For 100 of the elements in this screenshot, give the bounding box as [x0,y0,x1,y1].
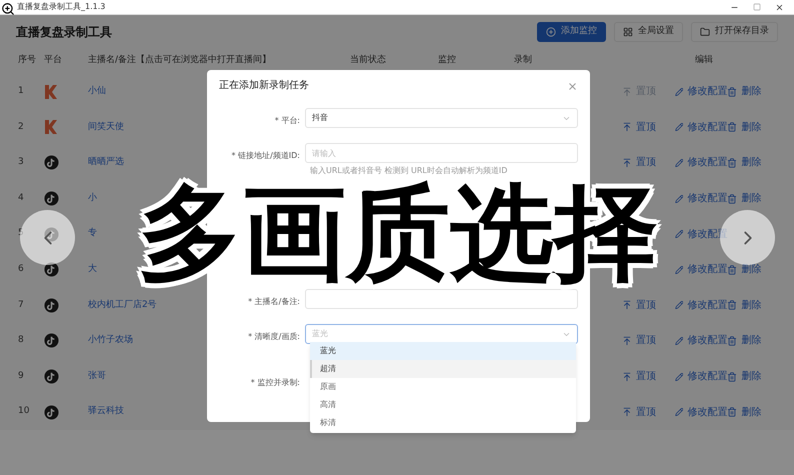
pin-top-icon [622,158,632,168]
maximize-icon[interactable] [753,3,761,11]
folder-icon [700,26,710,36]
pencil-icon [674,122,684,132]
trash-icon [727,194,738,204]
pencil-icon [674,336,684,346]
delete-link[interactable]: 删除 [727,191,780,206]
pencil-icon [674,86,684,97]
column-header: 当前状态 [350,55,386,66]
field-label: * 平台: [274,116,300,125]
edit-config-link[interactable]: 修改配置 [674,84,728,100]
delete-link[interactable]: 删除 [727,369,780,384]
row-number: 9 [18,370,24,381]
pin-link[interactable]: 置顶 [622,298,675,313]
name-input-field[interactable] [305,289,578,309]
pin-link[interactable]: 置顶 [622,155,675,170]
edit-config-link[interactable]: 修改配置 [674,120,728,135]
edit-config-link[interactable]: 修改配置 [674,298,728,313]
zoom-in-icon[interactable] [1,2,15,16]
url-input-field[interactable]: 请输入 [305,143,578,163]
plus-circle-icon [546,26,556,36]
streamer-link[interactable]: 小竹子农场 [88,335,133,346]
dropdown-option[interactable]: 原画 [310,378,576,396]
field-label: * 主播名/备注: [248,297,300,306]
pin-top-icon [622,407,632,418]
column-header: 主播名/备注【点击可在浏览器中打开直播间】 [88,55,272,66]
pencil-icon [674,229,684,240]
edit-config-link[interactable]: 修改配置 [674,404,728,420]
edit-config-link[interactable]: 修改配置 [674,155,728,170]
edit-config-link[interactable]: 修改配置 [674,226,728,242]
pencil-icon [674,264,684,275]
streamer-link[interactable]: 驿云科技 [88,406,124,416]
settings-icon [623,26,633,36]
field-label: * 清晰度/画质: [248,332,300,341]
delete-link[interactable]: 删除 [727,298,780,313]
trash-icon [727,122,738,132]
delete-link[interactable]: 删除 [727,404,780,420]
column-header: 序号 [18,55,36,66]
window-title: 直播复盘录制工具_1.1.3 [17,1,106,13]
trash-icon [727,264,738,275]
edit-config-link[interactable]: 修改配置 [674,369,728,384]
streamer-link[interactable]: 张哥 [88,370,106,381]
delete-link[interactable]: 删除 [727,155,780,170]
dialog-title: 正在添加新录制任务 [219,80,309,92]
streamer-link[interactable]: 间笑天使 [88,122,124,132]
note-logo-icon [44,369,59,384]
column-header: 平台 [44,55,62,66]
field-label: * 链接地址/频道ID: [232,151,300,160]
row-number: 10 [18,406,30,416]
add-monitor-button[interactable]: 添加监控 [537,22,606,42]
row-number: 1 [18,86,24,96]
global-settings-button[interactable]: 全局设置 [614,22,683,42]
row-number: 8 [18,335,24,346]
row-number: 7 [18,300,24,310]
edit-config-link[interactable]: 修改配置 [674,191,728,206]
row-number: 2 [18,122,24,132]
trash-icon [727,407,738,418]
streamer-link[interactable]: 大 [88,264,97,274]
column-header: 监控 [438,55,456,66]
streamer-link[interactable]: 晒晒严选 [88,157,124,168]
close-icon[interactable] [775,2,784,12]
note-logo-icon [44,298,59,313]
edit-config-link[interactable]: 修改配置 [674,333,728,348]
dropdown-option[interactable]: 蓝光 [310,342,576,360]
note-logo-icon [44,262,59,278]
pin-link[interactable]: 置顶 [622,333,675,348]
column-header: 录制 [514,55,532,66]
platform-select[interactable]: 抖音 [305,108,578,128]
pin-link[interactable]: 置顶 [622,369,675,384]
pencil-icon [674,300,684,310]
delete-link[interactable]: 删除 [727,120,780,135]
delete-link[interactable]: 删除 [727,84,780,100]
k-shaped-icon [44,119,58,136]
pencil-icon [674,372,684,382]
dropdown-option[interactable]: 标清 [310,414,576,432]
pin-top-icon [622,300,632,310]
dropdown-option[interactable]: 高清 [310,396,576,414]
pin-top-icon [622,336,632,346]
trash-icon [727,300,738,310]
pin-link[interactable]: 置顶 [622,120,675,135]
streamer-link[interactable]: 校内机工厂店2号 [88,300,157,310]
pin-top-icon [622,86,632,97]
pin-top-icon [622,122,632,132]
trash-icon [727,158,738,168]
delete-link[interactable]: 删除 [727,262,780,278]
open-folder-button[interactable]: 打开保存目录 [691,22,778,42]
edit-config-link[interactable]: 修改配置 [674,262,728,278]
streamer-link[interactable]: 专 [88,228,97,238]
dropdown-option[interactable]: 超清 [310,360,576,378]
note-logo-icon [44,404,59,420]
delete-link[interactable]: 删除 [727,333,780,348]
pencil-icon [674,194,684,204]
trash-icon [727,86,738,97]
pencil-icon [674,158,684,168]
row-number: 6 [18,264,24,274]
streamer-link[interactable]: 小 [88,192,97,203]
streamer-link[interactable]: 小仙 [88,86,106,96]
app-title: 直播复盘录制工具 [16,24,112,40]
pin-link[interactable]: 置顶 [622,404,675,420]
field-label: * 监控并录制: [250,378,300,387]
